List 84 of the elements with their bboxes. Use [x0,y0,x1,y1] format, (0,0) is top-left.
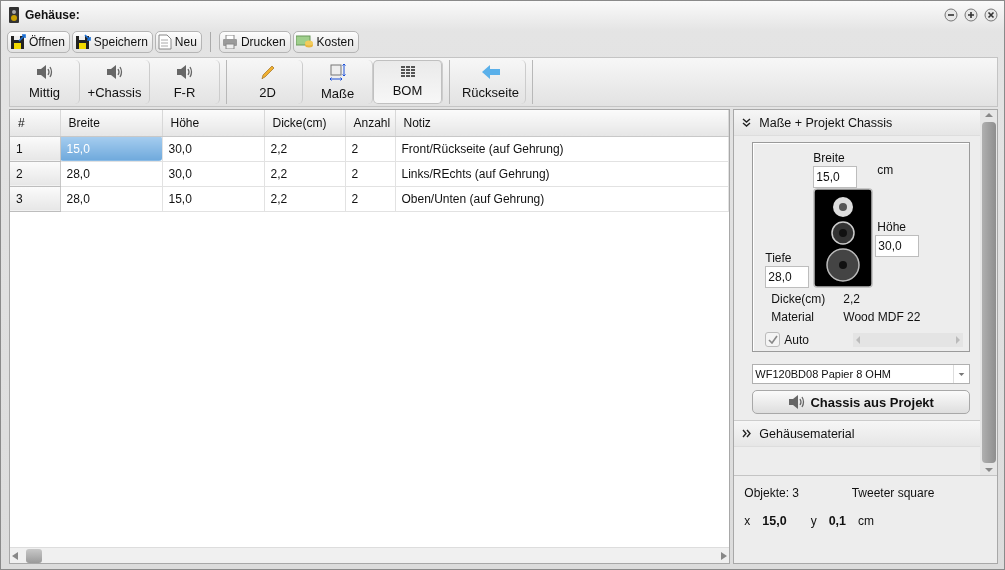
left-arrow-icon [480,64,501,80]
row-header[interactable]: 1 [10,136,60,161]
money-icon [295,35,314,49]
minimize-icon[interactable] [944,8,958,22]
table-cell[interactable]: 30,0 [162,136,264,161]
object-name: Tweeter square [851,486,936,500]
auto-checkbox[interactable] [765,332,781,347]
table-cell[interactable]: Oben/Unten (auf Gehrung) [395,186,729,211]
table-cell[interactable]: 30,0 [162,161,264,186]
table-cell[interactable]: Links/REchts (auf Gehrung) [395,161,729,186]
mode-button[interactable]: BOM [373,60,443,104]
toolbar-button[interactable]: Kosten [292,31,359,53]
unit-label: cm [876,162,894,177]
info-value: Wood MDF 22 [843,310,922,324]
mode-button[interactable]: Mittig [10,60,80,104]
coordinate-value: 0,1 [828,514,847,528]
input-field[interactable]: 28,0 [765,266,810,288]
chassis-dropdown[interactable]: WF120BD08 Papier 8 OHM [752,364,970,384]
table-cell[interactable]: 15,0 [162,186,264,211]
window-title: Gehäuse: [25,8,81,22]
info-value: 2,2 [843,292,861,306]
scroll-right-icon[interactable] [721,551,728,560]
coordinate-label: x [744,514,751,528]
mode-button[interactable]: F-R [150,60,220,104]
column-header[interactable]: Anzahl [345,110,395,136]
scrollbar-thumb[interactable] [26,548,42,563]
toolbar-button[interactable]: Öffnen [7,31,70,53]
column-header[interactable]: Dicke(cm) [264,110,345,136]
field-label: Tiefe [765,251,792,265]
speaker-icon [35,64,54,80]
document-icon [157,34,172,50]
info-label: Material [771,310,815,324]
table-cell[interactable]: 28,0 [60,186,162,211]
checkbox-label: Auto [784,332,809,347]
horizontal-scrollbar[interactable] [853,332,963,347]
input-field[interactable]: 15,0 [813,166,858,188]
chassis-button[interactable]: Chassis aus Projekt [752,390,970,414]
dimensions-icon [328,63,347,81]
column-header[interactable]: # [10,110,60,136]
scroll-down-icon[interactable] [983,465,994,475]
unit-label: cm [858,514,875,528]
toolbar-button[interactable]: Drucken [218,31,291,53]
field-label: Höhe [876,219,906,234]
vertical-scrollbar[interactable] [980,110,997,475]
coordinate-value: 15,0 [762,514,787,528]
mode-button[interactable]: 2D [233,60,303,104]
section-header[interactable]: Gehäusematerial [734,421,980,447]
row-header[interactable]: 3 [10,186,60,211]
list-icon [400,66,415,78]
table-cell[interactable]: 2,2 [264,136,345,161]
pencil-icon [259,64,276,80]
chevron-down-icon [742,118,752,127]
toolbar-button[interactable]: Speichern [71,31,153,53]
row-header[interactable]: 2 [10,161,60,186]
table-cell[interactable]: 28,0 [60,161,162,186]
printer-icon [221,35,238,49]
speaker-icon [788,394,807,410]
speaker-box-icon [9,7,19,23]
table-cell[interactable]: 2,2 [264,161,345,186]
input-field[interactable]: 30,0 [875,234,920,257]
table-cell[interactable]: 2,2 [264,186,345,211]
close-icon[interactable] [984,8,998,22]
scroll-up-icon[interactable] [983,110,994,120]
scroll-left-icon[interactable] [12,551,18,560]
speaker-icon [105,64,124,80]
table-cell[interactable]: Front/Rückseite (auf Gehrung) [395,136,729,161]
mode-button[interactable]: +Chassis [80,60,150,104]
maximize-icon[interactable] [964,8,978,22]
column-header[interactable]: Höhe [162,110,264,136]
floppy-icon [10,34,26,50]
toolbar-button[interactable]: Neu [154,31,202,53]
column-header[interactable]: Breite [60,110,162,136]
horizontal-scrollbar[interactable] [10,547,730,563]
floppy-icon [74,34,91,50]
mode-button[interactable]: Rückseite [456,60,526,104]
speaker-icon [175,64,194,80]
object-count: Objekte: 3 [744,486,800,500]
chevron-right-icon [742,429,752,438]
coordinate-label: y [810,514,817,528]
info-label: Dicke(cm) [771,292,827,306]
scrollbar-thumb[interactable] [981,122,996,463]
column-header[interactable]: Notiz [395,110,729,136]
section-header[interactable]: Maße + Projekt Chassis [734,110,980,136]
field-label: Breite [813,151,845,165]
